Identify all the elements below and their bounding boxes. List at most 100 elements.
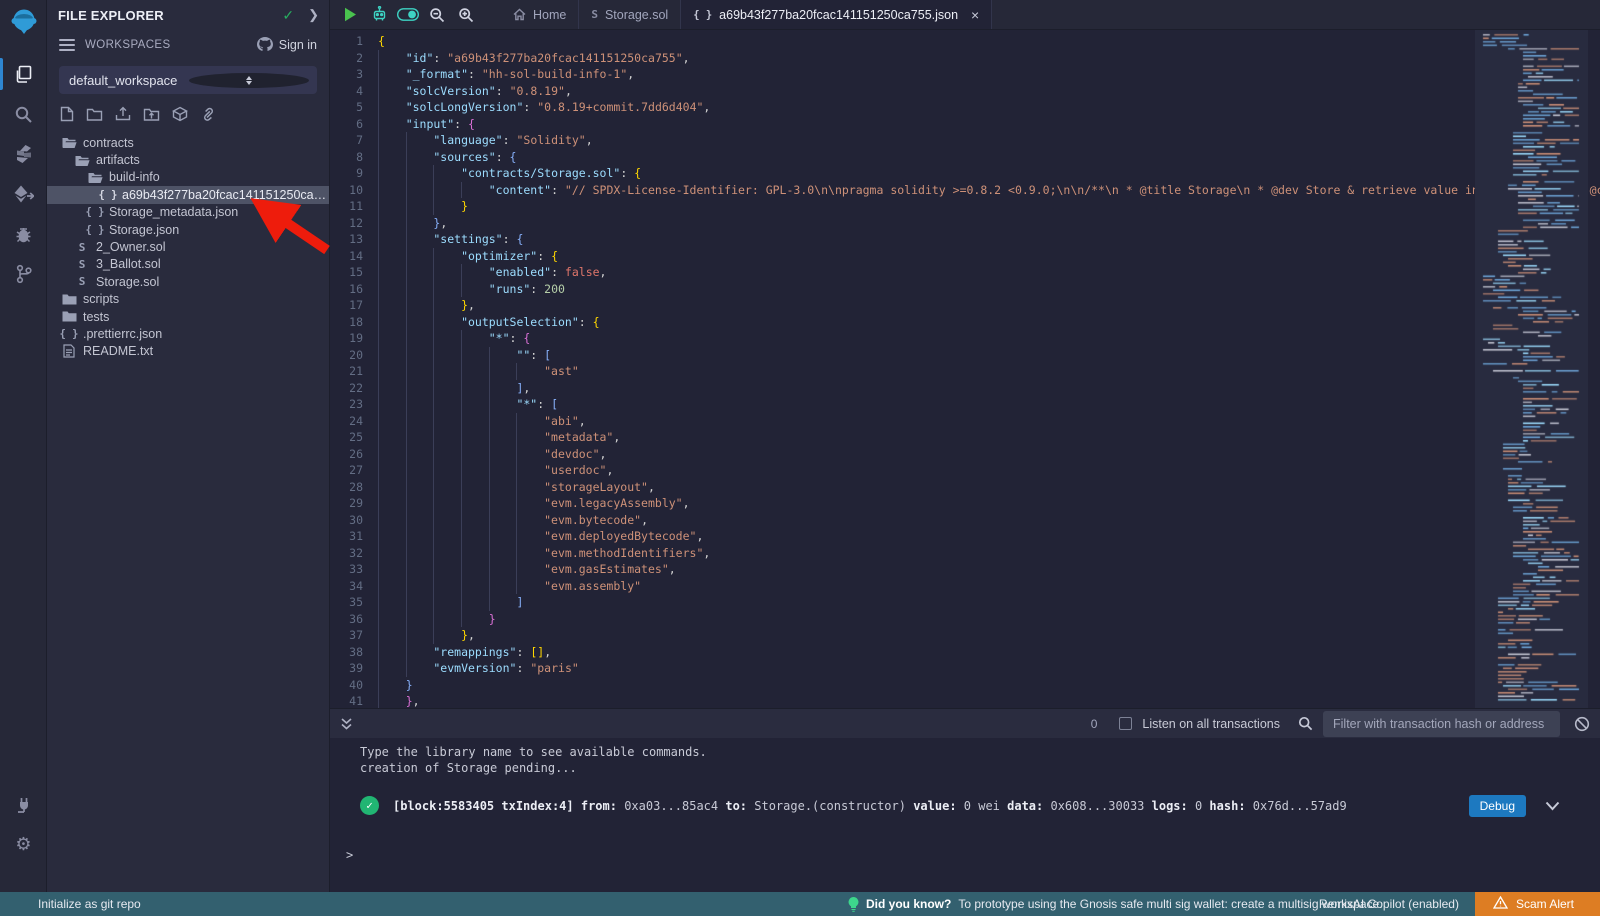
code-line-33[interactable]: 33"evm.gasEstimates", — [330, 561, 1600, 578]
tab-storage-sol[interactable]: S Storage.sol — [579, 0, 681, 29]
terminal-search-icon[interactable] — [1298, 716, 1313, 731]
close-tab-icon[interactable]: × — [971, 8, 979, 22]
run-script-button[interactable] — [339, 4, 361, 26]
code-line-2[interactable]: 2"id": "a69b43f277ba20fcac141151250ca755… — [330, 50, 1600, 67]
code-line-21[interactable]: 21"ast" — [330, 363, 1600, 380]
sidebar-item-search[interactable] — [0, 94, 47, 134]
code-line-3[interactable]: 3"_format": "hh-sol-build-info-1", — [330, 66, 1600, 83]
code-line-40[interactable]: 40} — [330, 677, 1600, 694]
tree-item-scripts[interactable]: scripts — [47, 291, 329, 308]
code-line-30[interactable]: 30"evm.bytecode", — [330, 512, 1600, 529]
terminal-prompt[interactable]: > — [346, 848, 353, 862]
code-line-38[interactable]: 38"remappings": [], — [330, 644, 1600, 661]
tab-home[interactable]: Home — [501, 0, 579, 29]
code-line-7[interactable]: 7"language": "Solidity", — [330, 132, 1600, 149]
tab-build-info-json[interactable]: { } a69b43f277ba20fcac141151250ca755.jso… — [681, 0, 992, 29]
code-line-9[interactable]: 9"contracts/Storage.sol": { — [330, 165, 1600, 182]
clear-console-icon[interactable] — [1574, 716, 1590, 732]
code-line-18[interactable]: 18"outputSelection": { — [330, 314, 1600, 331]
tree-item-contracts[interactable]: contracts — [47, 134, 329, 151]
code-line-19[interactable]: 19"*": { — [330, 330, 1600, 347]
code-line-10[interactable]: 10"content": "// SPDX-License-Identifier… — [330, 182, 1600, 199]
code-line-14[interactable]: 14"optimizer": { — [330, 248, 1600, 265]
code-line-4[interactable]: 4"solcVersion": "0.8.19", — [330, 83, 1600, 100]
code-line-23[interactable]: 23"*": [ — [330, 396, 1600, 413]
copilot-toggle[interactable] — [397, 4, 419, 26]
new-file-icon[interactable] — [60, 106, 74, 122]
sidebar-item-plugin-manager[interactable] — [0, 784, 47, 824]
debug-button[interactable]: Debug — [1469, 795, 1526, 817]
code-line-34[interactable]: 34"evm.assembly" — [330, 578, 1600, 595]
tree-item-storage-sol[interactable]: SStorage.sol — [47, 273, 329, 290]
code-line-17[interactable]: 17}, — [330, 297, 1600, 314]
code-line-1[interactable]: 1{ — [330, 33, 1600, 50]
workspace-menu-icon[interactable] — [59, 36, 75, 54]
code-line-22[interactable]: 22], — [330, 380, 1600, 397]
git-init-status[interactable]: Initialize as git repo — [38, 897, 141, 911]
code-line-8[interactable]: 8"sources": { — [330, 149, 1600, 166]
tree-item-storage-metadata-json[interactable]: { }Storage_metadata.json — [47, 204, 329, 221]
code-line-11[interactable]: 11} — [330, 198, 1600, 215]
upload-folder-icon[interactable] — [143, 107, 160, 122]
sidebar-item-settings[interactable]: ⚙ — [0, 824, 47, 864]
code-line-25[interactable]: 25"metadata", — [330, 429, 1600, 446]
upload-file-icon[interactable] — [115, 106, 131, 122]
code-editor[interactable]: 1{2"id": "a69b43f277ba20fcac141151250ca7… — [330, 30, 1600, 708]
load-template-icon[interactable] — [172, 106, 188, 122]
expand-tx-chevron-icon[interactable] — [1545, 801, 1560, 811]
sidebar-item-debugger[interactable] — [0, 214, 47, 254]
code-line-13[interactable]: 13"settings": { — [330, 231, 1600, 248]
code-line-12[interactable]: 12}, — [330, 215, 1600, 232]
code-line-29[interactable]: 29"evm.legacyAssembly", — [330, 495, 1600, 512]
code-line-28[interactable]: 28"storageLayout", — [330, 479, 1600, 496]
tree-item-label: Storage.json — [109, 223, 179, 237]
listen-transactions-checkbox[interactable] — [1119, 717, 1132, 730]
code-line-36[interactable]: 36} — [330, 611, 1600, 628]
github-sign-in-button[interactable]: Sign in — [257, 37, 317, 54]
tx-summary-text: [block:5583405 txIndex:4] from: 0xa03...… — [393, 799, 1347, 813]
scam-alert-label: Scam Alert — [1516, 897, 1574, 911]
tree-item--prettierrc-json[interactable]: { }.prettierrc.json — [47, 325, 329, 342]
scam-alert-button[interactable]: Scam Alert — [1475, 892, 1600, 916]
editor-minimap[interactable] — [1475, 30, 1588, 708]
code-line-26[interactable]: 26"devdoc", — [330, 446, 1600, 463]
tree-item-storage-json[interactable]: { }Storage.json — [47, 221, 329, 238]
tree-item-readme-txt[interactable]: README.txt — [47, 343, 329, 360]
expand-terminal-icon[interactable] — [340, 717, 353, 731]
tree-item-build-info[interactable]: build-info — [47, 169, 329, 186]
tree-item-a69b43f277ba20fcac141151250ca7-[interactable]: { }a69b43f277ba20fcac141151250ca7... — [47, 186, 329, 203]
code-line-32[interactable]: 32"evm.methodIdentifiers", — [330, 545, 1600, 562]
code-line-39[interactable]: 39"evmVersion": "paris" — [330, 660, 1600, 677]
code-line-27[interactable]: 27"userdoc", — [330, 462, 1600, 479]
link-icon[interactable] — [200, 107, 217, 122]
code-line-24[interactable]: 24"abi", — [330, 413, 1600, 430]
line-number: 8 — [330, 149, 378, 166]
terminal-body[interactable]: Type the library name to see available c… — [330, 738, 1600, 892]
code-line-41[interactable]: 41}, — [330, 693, 1600, 708]
code-line-6[interactable]: 6"input": { — [330, 116, 1600, 133]
code-line-5[interactable]: 5"solcLongVersion": "0.8.19+commit.7dd6d… — [330, 99, 1600, 116]
zoom-out-icon[interactable] — [426, 4, 448, 26]
tree-item-tests[interactable]: tests — [47, 308, 329, 325]
workspace-select[interactable]: default_workspace — [59, 66, 317, 94]
transaction-filter-input[interactable] — [1323, 711, 1560, 737]
code-line-37[interactable]: 37}, — [330, 627, 1600, 644]
ai-copilot-robot-icon[interactable] — [368, 4, 390, 26]
code-line-15[interactable]: 15"enabled": false, — [330, 264, 1600, 281]
accept-check-icon[interactable]: ✓ — [282, 7, 294, 24]
sidebar-item-deploy-run[interactable] — [0, 174, 47, 214]
collapse-chevron-icon[interactable]: ❯ — [308, 7, 319, 23]
zoom-in-icon[interactable] — [455, 4, 477, 26]
tree-item-artifacts[interactable]: artifacts — [47, 151, 329, 168]
tree-item-3-ballot-sol[interactable]: S3_Ballot.sol — [47, 256, 329, 273]
tree-item-2-owner-sol[interactable]: S2_Owner.sol — [47, 238, 329, 255]
sidebar-item-git[interactable] — [0, 254, 47, 294]
code-line-20[interactable]: 20"": [ — [330, 347, 1600, 364]
sidebar-item-file-explorer[interactable] — [0, 54, 47, 94]
new-folder-icon[interactable] — [86, 107, 103, 122]
code-line-16[interactable]: 16"runs": 200 — [330, 281, 1600, 298]
code-line-31[interactable]: 31"evm.deployedBytecode", — [330, 528, 1600, 545]
line-number: 27 — [330, 462, 378, 479]
code-line-35[interactable]: 35] — [330, 594, 1600, 611]
sidebar-item-solidity-compiler[interactable] — [0, 134, 47, 174]
